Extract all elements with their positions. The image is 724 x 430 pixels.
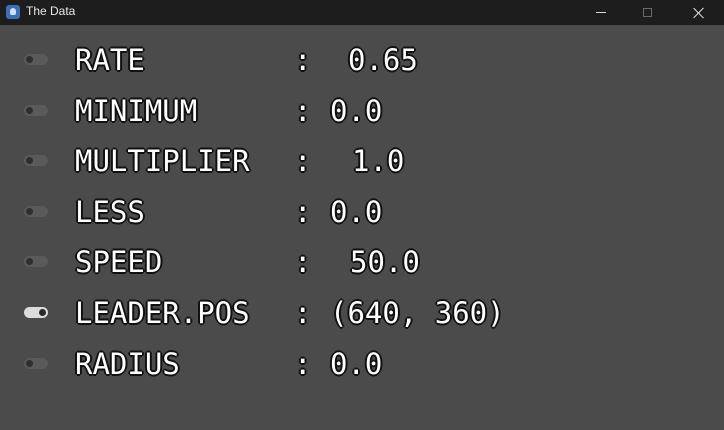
row-separator: :	[294, 43, 312, 77]
minimize-icon	[596, 12, 606, 13]
row-separator: :	[294, 245, 312, 280]
row-key: RADIUS	[75, 346, 180, 381]
row-separator: :	[294, 346, 312, 381]
row-value: 0.65	[348, 43, 418, 77]
row-value: 0.0	[330, 194, 383, 229]
maximize-button[interactable]	[624, 0, 670, 25]
row-separator: :	[294, 194, 312, 229]
app-window: The Data RATE : 0.65 MINIMUM : 0.0 MULTI…	[0, 0, 724, 430]
row-key: LESS	[75, 194, 145, 229]
toggle-switch[interactable]	[24, 104, 48, 116]
data-row-leader-pos: LEADER.POS : (640, 360)	[0, 288, 724, 339]
data-row-rate: RATE : 0.65	[0, 35, 724, 86]
row-key: RATE	[75, 43, 145, 77]
toggle-switch[interactable]	[24, 357, 48, 369]
data-row-speed: SPEED : 50.0	[0, 237, 724, 288]
row-value: 0.0	[330, 346, 383, 381]
toggle-knob	[26, 207, 33, 215]
data-list: RATE : 0.65 MINIMUM : 0.0 MULTIPLIER : 1…	[0, 35, 724, 389]
maximize-icon	[642, 8, 652, 17]
row-separator: :	[294, 93, 312, 128]
row-key: MINIMUM	[75, 93, 198, 128]
data-row-radius: RADIUS : 0.0	[0, 339, 724, 390]
row-key: SPEED	[75, 245, 163, 280]
row-value: 1.0	[352, 144, 405, 179]
toggle-knob	[26, 359, 33, 367]
row-value: 50.0	[350, 245, 420, 280]
toggle-knob	[39, 308, 46, 316]
app-icon	[6, 5, 20, 19]
data-row-less: LESS : 0.0	[0, 187, 724, 238]
toggle-knob	[26, 157, 33, 165]
minimize-button[interactable]	[578, 0, 624, 25]
row-separator: :	[294, 295, 312, 330]
toggle-knob	[26, 106, 33, 114]
row-value: (640, 360)	[330, 295, 505, 330]
toggle-switch[interactable]	[24, 54, 48, 65]
toggle-switch[interactable]	[24, 256, 48, 268]
data-row-multiplier: MULTIPLIER : 1.0	[0, 136, 724, 187]
close-button[interactable]	[676, 0, 722, 25]
row-key: LEADER.POS	[75, 295, 250, 330]
row-key: MULTIPLIER	[75, 144, 250, 179]
toggle-switch[interactable]	[24, 306, 48, 318]
toggle-knob	[26, 258, 33, 266]
close-icon	[693, 7, 705, 19]
toggle-switch[interactable]	[24, 205, 48, 217]
data-row-minimum: MINIMUM : 0.0	[0, 86, 724, 137]
title-bar[interactable]: The Data	[0, 0, 724, 25]
row-separator: :	[294, 144, 312, 179]
row-value: 0.0	[330, 93, 383, 128]
toggle-knob	[26, 56, 33, 63]
toggle-switch[interactable]	[24, 155, 48, 167]
window-title: The Data	[26, 4, 76, 18]
